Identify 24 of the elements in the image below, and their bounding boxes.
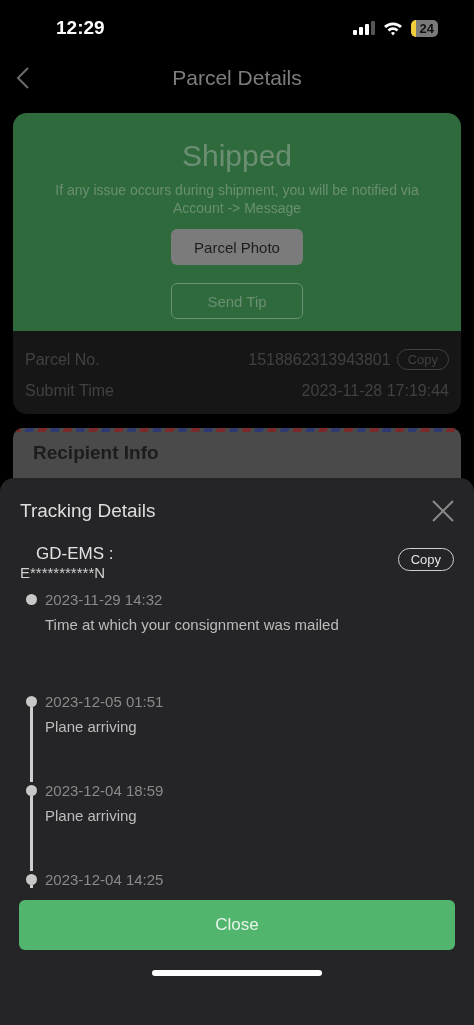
event-time: 2023-11-29 14:32: [45, 591, 164, 608]
close-button[interactable]: Close: [19, 900, 455, 950]
event-description: Time at which your consignment was mailed: [45, 616, 339, 633]
timeline-dot: [26, 874, 37, 885]
status-message: If any issue occurs during shipment, you will be notified via Account -> Message: [54, 181, 420, 217]
event-time: 2023-12-05 01:51: [45, 693, 164, 710]
signal-icon: [352, 21, 375, 35]
event-time: 2023-12-04 18:59: [45, 782, 164, 799]
event-description: Plane arriving: [45, 807, 138, 824]
close-icon[interactable]: [432, 500, 454, 522]
wifi-icon: [382, 20, 403, 36]
timeline-dot: [26, 594, 37, 605]
event-description: Plane arriving: [45, 718, 138, 735]
carrier-name: GD-EMS :: [36, 544, 114, 564]
page-title: Parcel Details: [172, 66, 302, 90]
sheet-title: Tracking Details: [20, 500, 156, 522]
parcel-photo-button[interactable]: Parcel Photo: [171, 229, 303, 265]
send-tip-button[interactable]: Send Tip: [171, 283, 303, 319]
status-time: 12:29: [56, 17, 105, 39]
back-icon[interactable]: [16, 67, 30, 89]
tracking-number: E***********N: [20, 564, 107, 581]
status-title: Shipped: [181, 139, 293, 173]
battery-indicator: 24: [410, 19, 438, 37]
event-time: 2023-12-04 14:25: [45, 871, 164, 888]
